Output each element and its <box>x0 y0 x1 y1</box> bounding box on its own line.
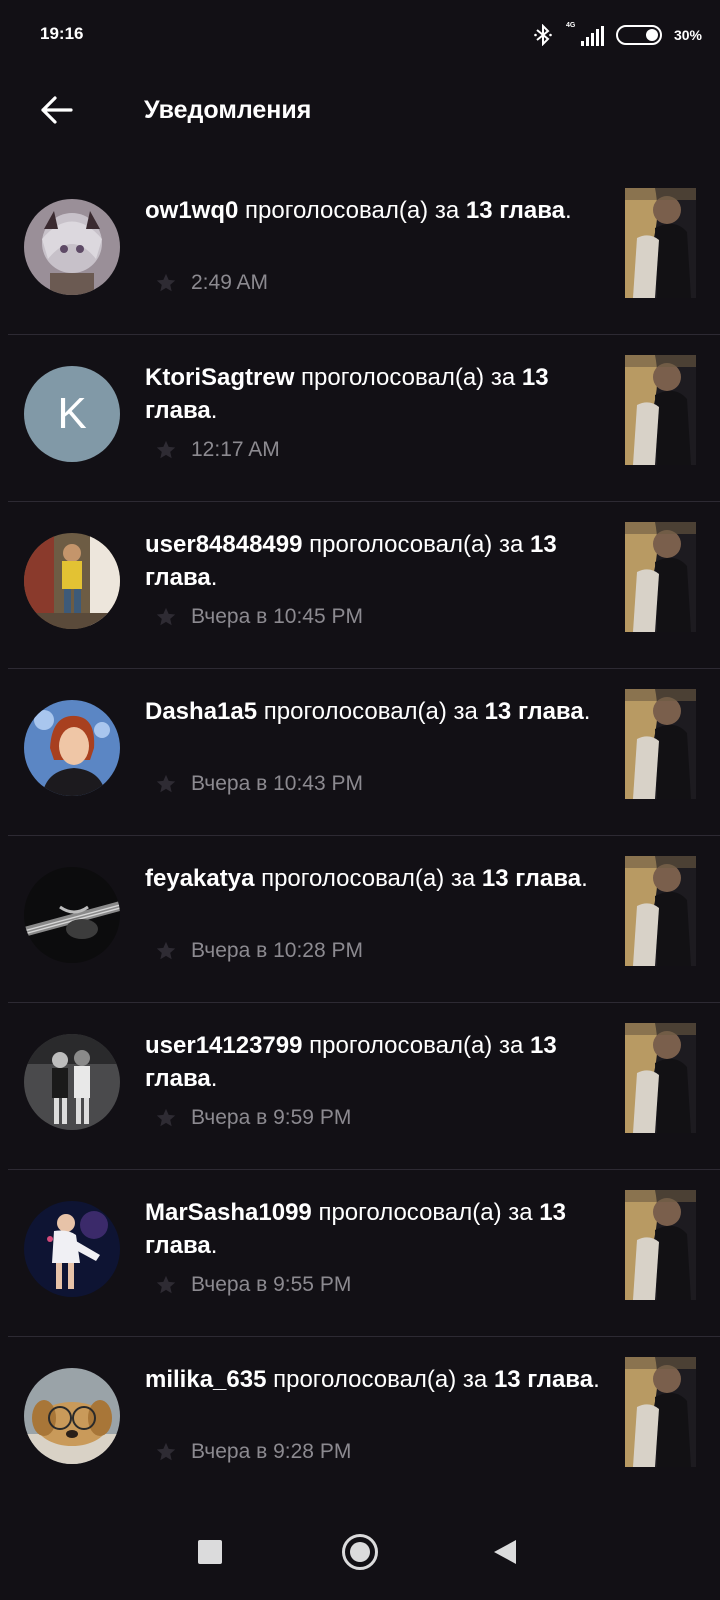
notification-text: MarSasha1099 проголосовал(а) за 13 глава… <box>145 1199 566 1259</box>
notification-text: milika_635 проголосовал(а) за 13 глава. <box>145 1366 600 1393</box>
notification-meta: 2:49 AM <box>155 271 268 295</box>
star-icon <box>156 1108 176 1127</box>
username[interactable]: MarSasha1099 <box>145 1199 312 1226</box>
notification-time: Вчера в 10:43 PM <box>191 772 363 795</box>
username[interactable]: ow1wq0 <box>145 197 238 224</box>
notification-item[interactable]: Dasha1a5 проголосовал(а) за 13 глава. Вч… <box>0 669 720 836</box>
story-thumbnail[interactable] <box>625 522 696 632</box>
back-button[interactable] <box>36 90 76 130</box>
signal-icon: 4G <box>564 22 604 48</box>
nav-back-icon[interactable] <box>494 1540 516 1564</box>
story-thumbnail[interactable] <box>625 1357 696 1467</box>
notification-text: Dasha1a5 проголосовал(а) за 13 глава. <box>145 698 591 725</box>
notification-text: KtoriSagtrew проголосовал(а) за 13 глава… <box>145 364 549 424</box>
notification-item[interactable]: ow1wq0 проголосовал(а) за 13 глава. 2:49… <box>0 168 720 335</box>
star-icon <box>156 1275 176 1294</box>
network-type: 4G <box>565 22 576 29</box>
star-icon <box>156 774 176 793</box>
notification-item[interactable]: MarSasha1099 проголосовал(а) за 13 глава… <box>0 1170 720 1337</box>
recent-apps-icon[interactable] <box>198 1540 222 1564</box>
status-time: 19:16 <box>40 24 84 43</box>
battery-percent: 30% <box>673 27 702 43</box>
story-thumbnail[interactable] <box>625 689 696 799</box>
story-thumbnail[interactable] <box>625 188 696 298</box>
notification-item[interactable]: user14123799 проголосовал(а) за 13 глава… <box>0 1003 720 1170</box>
notification-meta: Вчера в 9:55 PM <box>155 1273 351 1297</box>
username[interactable]: feyakatya <box>145 865 254 892</box>
username[interactable]: milika_635 <box>145 1366 266 1393</box>
star-icon <box>156 273 176 292</box>
chapter-link[interactable]: 13 глава <box>485 698 584 725</box>
story-thumbnail[interactable] <box>625 1023 696 1133</box>
avatar[interactable]: K <box>24 366 120 462</box>
chapter-link[interactable]: 13 глава <box>466 197 565 224</box>
notification-meta: Вчера в 9:28 PM <box>155 1440 351 1464</box>
story-thumbnail[interactable] <box>625 856 696 966</box>
chapter-link[interactable]: 13 глава <box>482 865 581 892</box>
notification-time: Вчера в 10:45 PM <box>191 605 363 628</box>
star-icon <box>156 1442 176 1461</box>
username[interactable]: KtoriSagtrew <box>145 364 294 391</box>
story-thumbnail[interactable] <box>625 355 696 465</box>
notification-text: user84848499 проголосовал(а) за 13 глава… <box>145 531 557 591</box>
notification-item[interactable]: K KtoriSagtrew проголосовал(а) за 13 гла… <box>0 335 720 502</box>
notification-time: Вчера в 10:28 PM <box>191 939 363 962</box>
notification-item[interactable]: user84848499 проголосовал(а) за 13 глава… <box>0 502 720 669</box>
avatar[interactable] <box>24 533 120 629</box>
avatar[interactable] <box>24 1201 120 1297</box>
arrow-left-icon <box>41 96 73 124</box>
notification-time: 2:49 AM <box>191 271 269 294</box>
notification-list: ow1wq0 проголосовал(а) за 13 глава. 2:49… <box>0 168 720 1504</box>
chapter-link[interactable]: 13 глава <box>494 1366 593 1393</box>
notification-time: Вчера в 9:28 PM <box>191 1440 352 1463</box>
status-bar: 19:16 4G 30% <box>0 0 720 70</box>
notification-time: 12:17 AM <box>191 438 280 461</box>
star-icon <box>156 941 176 960</box>
system-nav-bar <box>0 1500 720 1600</box>
notification-time: Вчера в 9:55 PM <box>191 1273 352 1296</box>
notification-text: ow1wq0 проголосовал(а) за 13 глава. <box>145 197 572 224</box>
notification-text: user14123799 проголосовал(а) за 13 глава… <box>145 1032 557 1092</box>
avatar[interactable] <box>24 700 120 796</box>
notification-item[interactable]: milika_635 проголосовал(а) за 13 глава. … <box>0 1337 720 1504</box>
notification-meta: 12:17 AM <box>155 438 280 462</box>
notification-meta: Вчера в 9:59 PM <box>155 1106 351 1130</box>
battery-icon <box>615 25 662 45</box>
home-icon[interactable] <box>342 1534 378 1570</box>
star-icon <box>156 440 176 459</box>
bluetooth-icon <box>534 24 552 46</box>
app-header: Уведомления <box>0 70 720 156</box>
username[interactable]: Dasha1a5 <box>145 698 257 725</box>
notification-item[interactable]: feyakatya проголосовал(а) за 13 глава. В… <box>0 836 720 1003</box>
page-title: Уведомления <box>144 96 312 124</box>
notification-meta: Вчера в 10:45 PM <box>155 605 363 629</box>
avatar[interactable] <box>24 1368 120 1464</box>
status-icons: 4G 30% <box>534 22 702 48</box>
username[interactable]: user84848499 <box>145 531 302 558</box>
notification-meta: Вчера в 10:28 PM <box>155 939 363 963</box>
username[interactable]: user14123799 <box>145 1032 302 1059</box>
notification-text: feyakatya проголосовал(а) за 13 глава. <box>145 865 588 892</box>
notifications-screen: 19:16 4G 30% Уведомления ow1wq0 проголос… <box>0 0 720 1600</box>
notification-meta: Вчера в 10:43 PM <box>155 772 363 796</box>
star-icon <box>156 607 176 626</box>
story-thumbnail[interactable] <box>625 1190 696 1300</box>
avatar[interactable] <box>24 1034 120 1130</box>
avatar[interactable] <box>24 199 120 295</box>
avatar[interactable] <box>24 867 120 963</box>
notification-time: Вчера в 9:59 PM <box>191 1106 352 1129</box>
